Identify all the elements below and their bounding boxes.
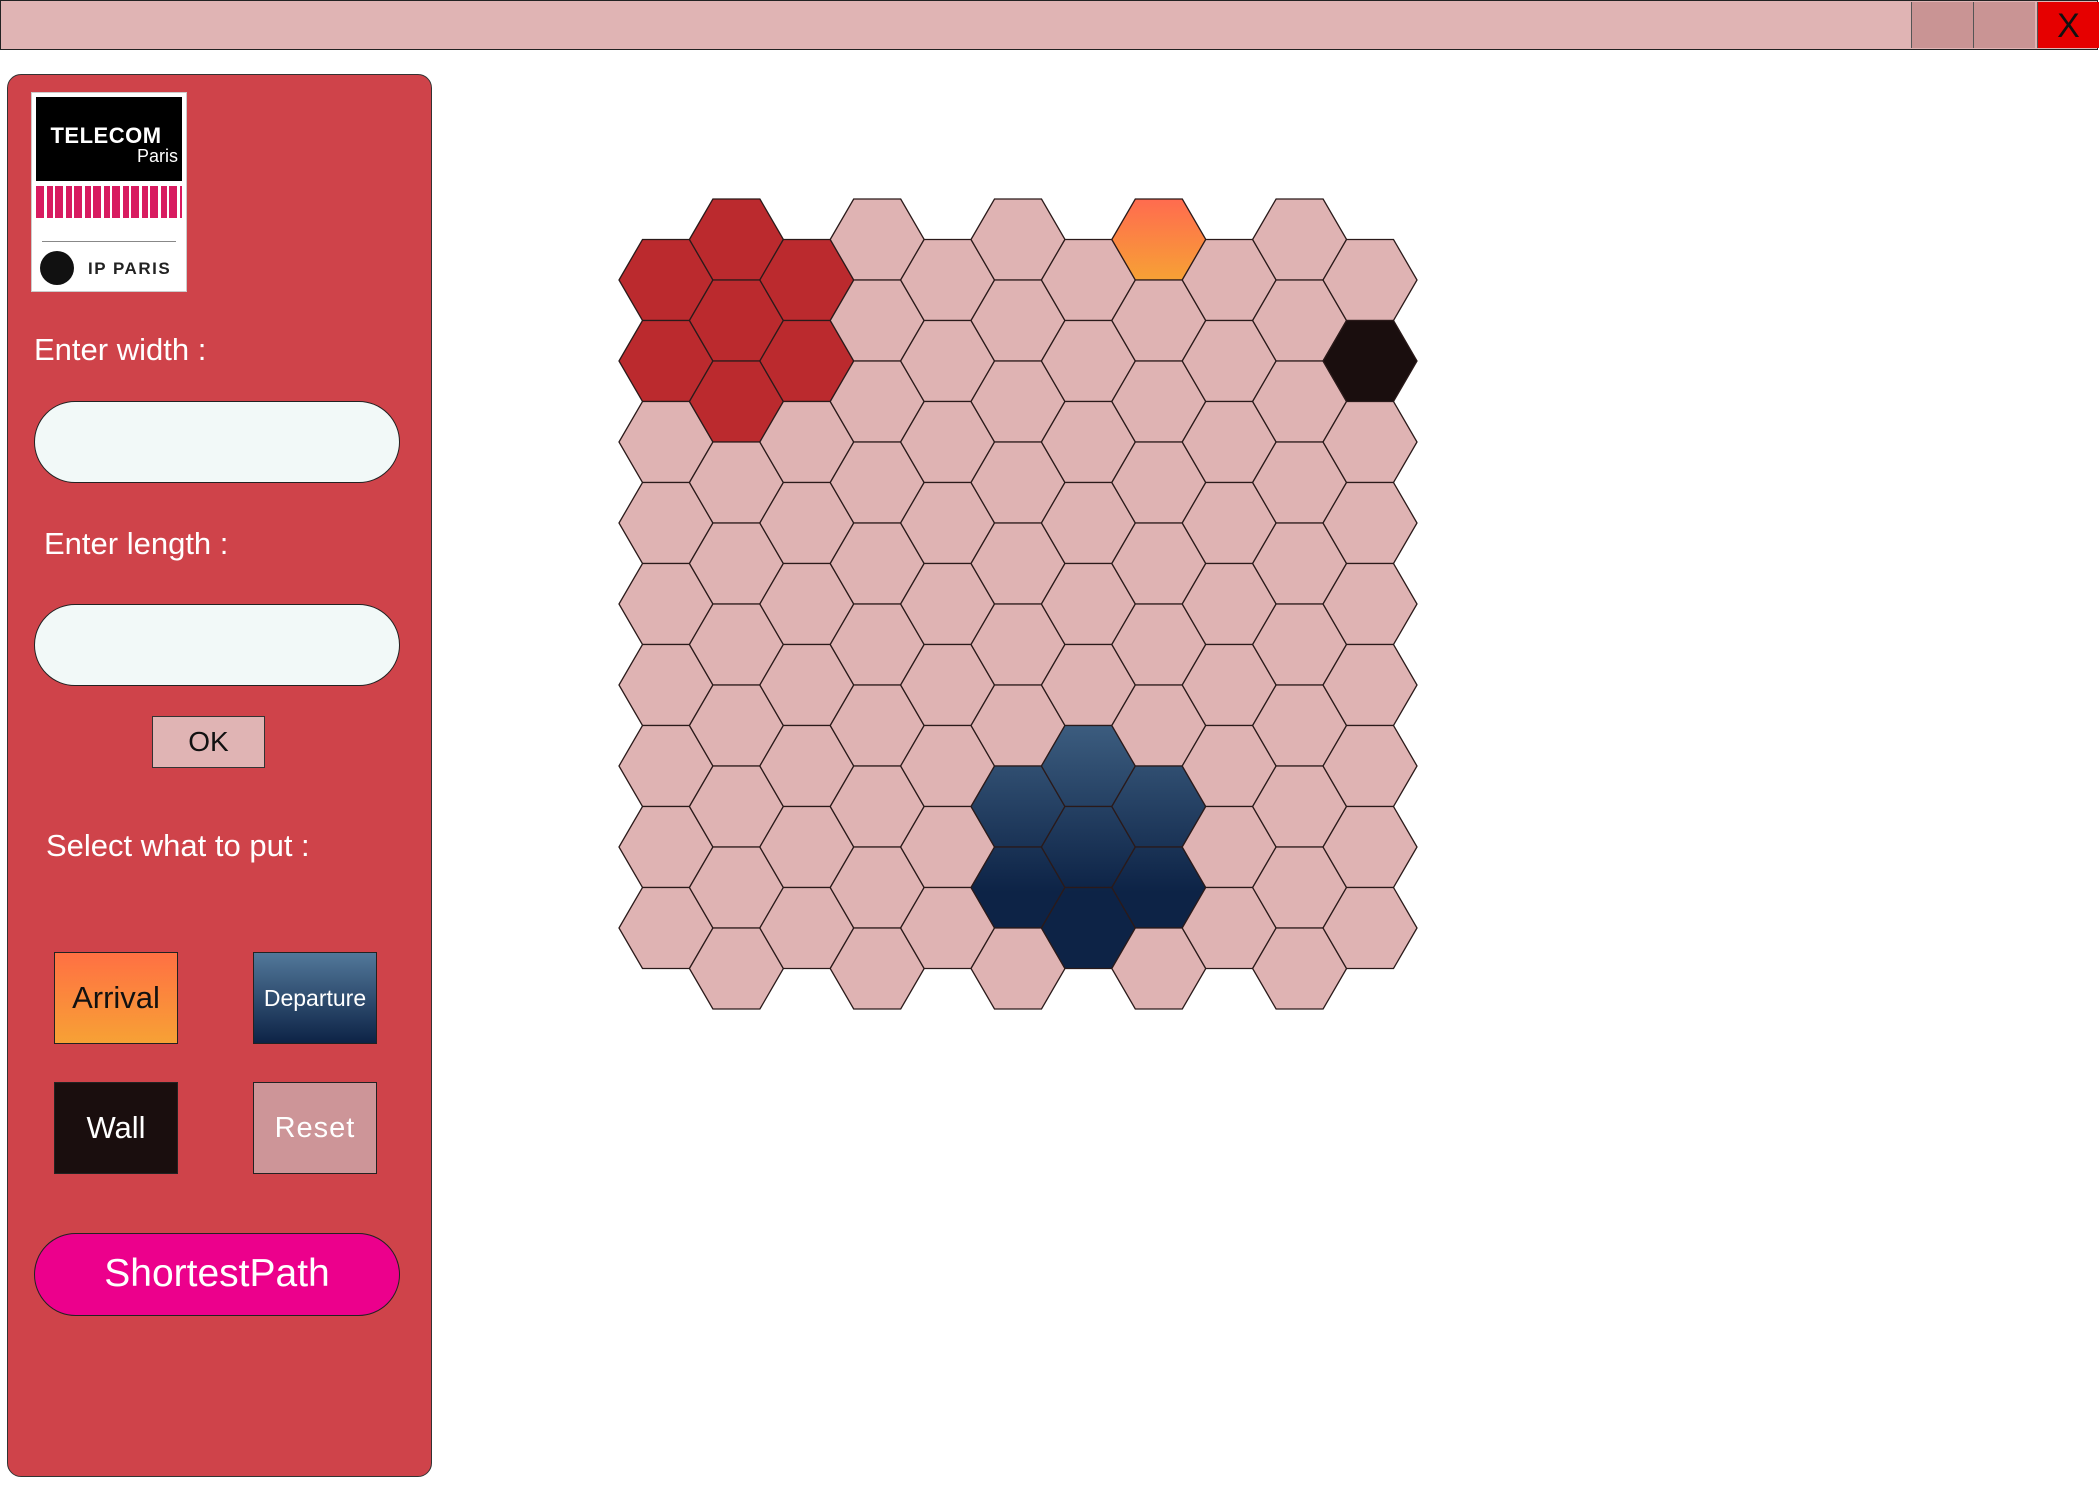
logo-divider xyxy=(42,241,176,242)
width-label: Enter width : xyxy=(34,332,207,367)
close-button[interactable]: X xyxy=(2037,2,2099,48)
width-input[interactable] xyxy=(34,401,400,483)
telecom-paris-logo: TELECOM Paris IP PARIS xyxy=(31,92,187,292)
title-bar: X xyxy=(0,0,2099,50)
arrival-button[interactable]: Arrival xyxy=(54,952,178,1044)
shortest-path-button[interactable]: ShortestPath xyxy=(34,1233,400,1316)
departure-button[interactable]: Departure xyxy=(253,952,377,1044)
logo-calligraphy-band xyxy=(36,186,182,218)
maximize-button[interactable] xyxy=(1973,2,2035,48)
logo-ip-paris-text: IP PARIS xyxy=(88,259,172,278)
seal-icon xyxy=(40,251,74,285)
wall-button[interactable]: Wall xyxy=(54,1082,178,1174)
ok-button[interactable]: OK xyxy=(152,716,265,768)
select-tool-label: Select what to put : xyxy=(46,828,310,863)
reset-button[interactable]: Reset xyxy=(253,1082,377,1174)
length-label: Enter length : xyxy=(44,526,229,561)
logo-paris-text: Paris xyxy=(136,146,178,166)
length-input[interactable] xyxy=(34,604,400,686)
minimize-button[interactable] xyxy=(1911,2,1973,48)
